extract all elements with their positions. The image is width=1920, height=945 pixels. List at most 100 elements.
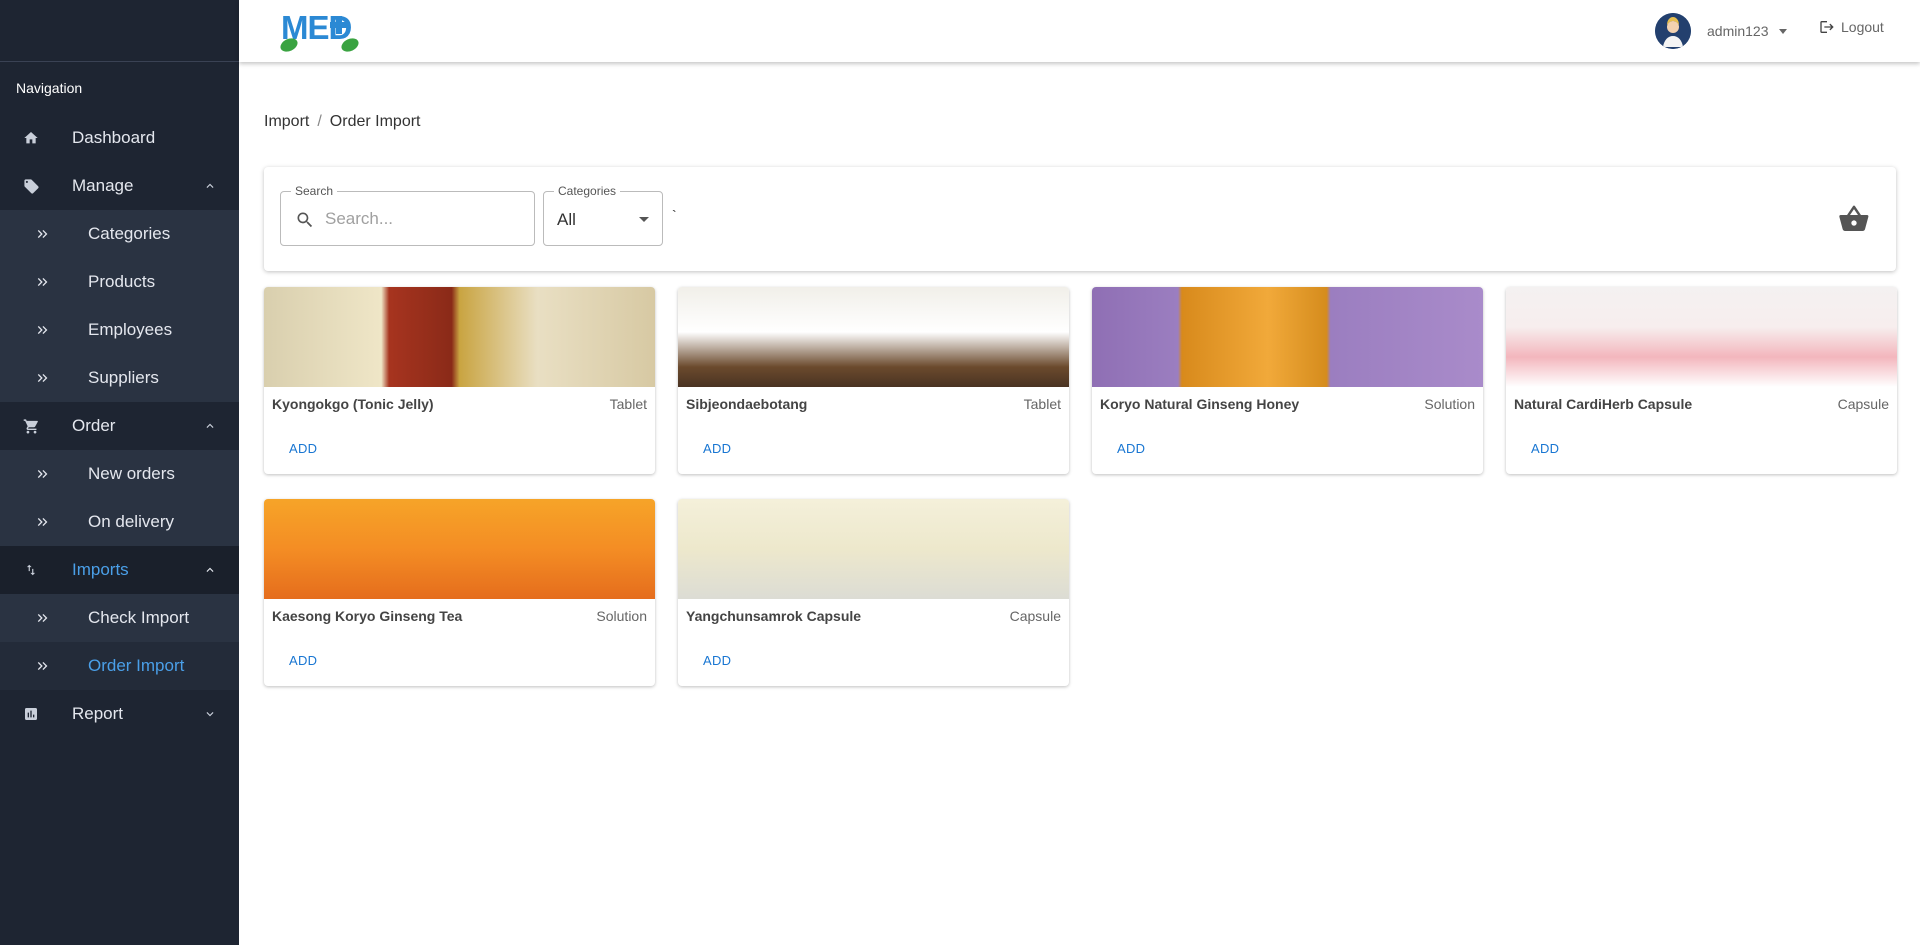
add-button[interactable]: ADD xyxy=(280,649,326,672)
product-image xyxy=(1092,287,1483,387)
stray-text: ` xyxy=(672,207,677,223)
avatar xyxy=(1655,13,1691,49)
product-name: Kyongokgo (Tonic Jelly) xyxy=(272,396,434,412)
sidebar-item-label: On delivery xyxy=(88,512,174,531)
categories-value: All xyxy=(557,210,576,229)
double-chevron-right-icon xyxy=(34,225,52,243)
sidebar-item-order-import[interactable]: Order Import xyxy=(0,642,239,690)
product-card: Koryo Natural Ginseng Honey Solution ADD xyxy=(1092,287,1483,474)
sidebar-item-label: Manage xyxy=(72,176,134,195)
product-type: Capsule xyxy=(1837,396,1889,412)
product-type: Solution xyxy=(596,608,647,624)
bar-chart-icon xyxy=(22,705,40,723)
search-label: Search xyxy=(291,184,338,198)
logout-icon xyxy=(1820,21,1834,33)
nav-heading: Navigation xyxy=(16,80,83,96)
username: admin123 xyxy=(1707,23,1769,39)
product-type: Tablet xyxy=(1023,396,1061,412)
sidebar-item-label: Dashboard xyxy=(72,128,156,147)
chevron-up-icon xyxy=(203,179,217,193)
product-type: Capsule xyxy=(1009,608,1061,624)
product-card: Yangchunsamrok Capsule Capsule ADD xyxy=(678,499,1069,686)
basket-icon[interactable] xyxy=(1838,203,1870,240)
top-header: MED admin123 Logout xyxy=(239,0,1920,62)
sidebar-item-label: New orders xyxy=(88,464,175,483)
sidebar-item-check-import[interactable]: Check Import xyxy=(0,594,239,642)
sidebar-item-label: Check Import xyxy=(88,608,190,627)
chevron-down-icon xyxy=(203,707,217,721)
filter-toolbar: Search Categories All ` xyxy=(264,167,1896,271)
sidebar-top xyxy=(0,0,239,62)
breadcrumb-current: Order Import xyxy=(329,113,421,130)
user-menu[interactable]: admin123 xyxy=(1655,13,1787,49)
product-card: Natural CardiHerb Capsule Capsule ADD xyxy=(1506,287,1897,474)
sidebar-item-categories[interactable]: Categories xyxy=(0,210,239,258)
categories-select[interactable]: Categories All xyxy=(543,184,663,246)
cart-icon xyxy=(22,417,40,435)
import-export-icon xyxy=(22,561,40,579)
add-button[interactable]: ADD xyxy=(1522,437,1568,460)
sidebar-item-new-orders[interactable]: New orders xyxy=(0,450,239,498)
add-button[interactable]: ADD xyxy=(280,437,326,460)
sidebar-item-suppliers[interactable]: Suppliers xyxy=(0,354,239,402)
med-logo[interactable]: MED xyxy=(277,8,361,54)
product-image xyxy=(1506,287,1897,387)
sidebar: Navigation Dashboard Manage Categories P… xyxy=(0,0,239,945)
breadcrumb-parent[interactable]: Import xyxy=(264,113,309,131)
product-name: Koryo Natural Ginseng Honey xyxy=(1100,396,1300,412)
product-image xyxy=(678,499,1069,599)
home-icon xyxy=(22,129,40,147)
double-chevron-right-icon xyxy=(34,369,52,387)
sidebar-item-imports[interactable]: Imports xyxy=(0,546,239,594)
sidebar-item-report[interactable]: Report xyxy=(0,690,239,738)
product-name: Kaesong Koryo Ginseng Tea xyxy=(272,608,463,624)
sidebar-item-label: Report xyxy=(72,704,124,723)
double-chevron-right-icon xyxy=(34,273,52,291)
double-chevron-right-icon xyxy=(34,321,52,339)
sidebar-item-label: Order Import xyxy=(88,656,185,675)
product-name: Yangchunsamrok Capsule xyxy=(686,608,862,624)
sidebar-item-dashboard[interactable]: Dashboard xyxy=(0,114,239,162)
double-chevron-right-icon xyxy=(34,513,52,531)
sidebar-item-employees[interactable]: Employees xyxy=(0,306,239,354)
double-chevron-right-icon xyxy=(34,465,52,483)
sidebar-item-products[interactable]: Products xyxy=(0,258,239,306)
product-card: Kyongokgo (Tonic Jelly) Tablet ADD xyxy=(264,287,655,474)
search-input[interactable] xyxy=(325,206,525,232)
search-icon xyxy=(295,210,315,235)
product-image xyxy=(264,499,655,599)
breadcrumb: Import / Order Import xyxy=(264,113,420,131)
add-button[interactable]: ADD xyxy=(1108,437,1154,460)
sidebar-item-order[interactable]: Order xyxy=(0,402,239,450)
product-name: Natural CardiHerb Capsule xyxy=(1514,396,1693,412)
double-chevron-right-icon xyxy=(34,609,52,627)
sidebar-item-label: Imports xyxy=(72,560,129,579)
add-button[interactable]: ADD xyxy=(694,437,740,460)
double-chevron-right-icon xyxy=(34,657,52,675)
add-button[interactable]: ADD xyxy=(694,649,740,672)
dropdown-arrow-icon xyxy=(639,217,649,222)
chevron-up-icon xyxy=(203,419,217,433)
product-type: Tablet xyxy=(609,396,647,412)
product-card: Sibjeondaebotang Tablet ADD xyxy=(678,287,1069,474)
product-name: Sibjeondaebotang xyxy=(686,396,808,412)
sidebar-item-manage[interactable]: Manage xyxy=(0,162,239,210)
chevron-up-icon xyxy=(203,563,217,577)
sidebar-item-label: Suppliers xyxy=(88,368,159,387)
product-image xyxy=(678,287,1069,387)
product-card: Kaesong Koryo Ginseng Tea Solution ADD xyxy=(264,499,655,686)
sidebar-item-label: Employees xyxy=(88,320,173,339)
search-field: Search xyxy=(280,184,535,246)
logout-button[interactable]: Logout xyxy=(1819,19,1884,35)
product-image xyxy=(264,287,655,387)
logout-label: Logout xyxy=(1841,19,1884,35)
categories-label: Categories xyxy=(554,184,621,198)
product-type: Solution xyxy=(1424,396,1475,412)
sidebar-item-label: Order xyxy=(72,416,116,435)
sidebar-item-label: Products xyxy=(88,272,156,291)
sidebar-item-label: Categories xyxy=(88,224,171,243)
tag-icon xyxy=(22,177,40,195)
sidebar-item-on-delivery[interactable]: On delivery xyxy=(0,498,239,546)
caret-down-icon xyxy=(1778,28,1787,34)
breadcrumb-separator: / xyxy=(317,113,322,130)
